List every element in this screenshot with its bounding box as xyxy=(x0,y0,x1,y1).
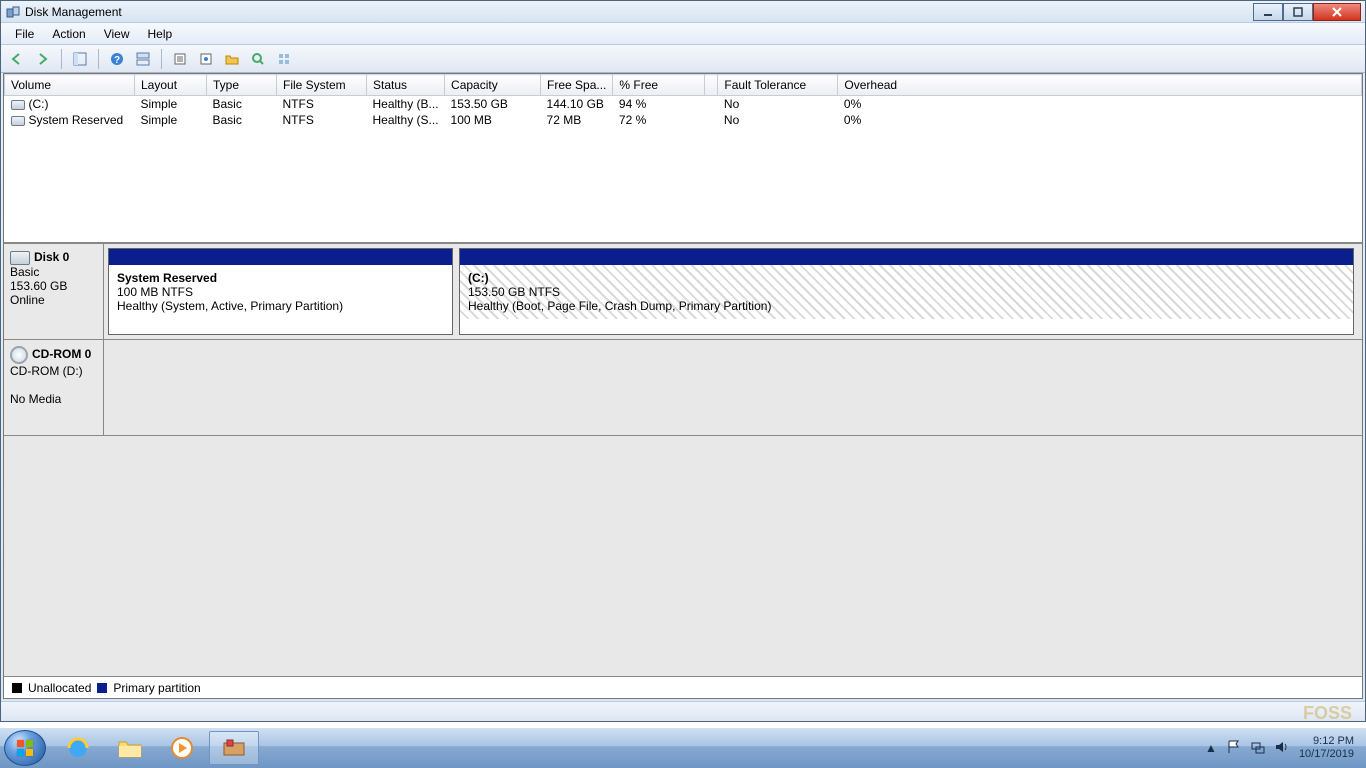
disk-header[interactable]: Disk 0Basic153.60 GBOnline xyxy=(4,244,104,339)
taskbar-media-player[interactable] xyxy=(157,731,207,765)
column-header[interactable]: Layout xyxy=(135,75,207,96)
app-icon xyxy=(5,4,21,20)
column-header[interactable]: Volume xyxy=(5,75,135,96)
statusbar xyxy=(1,701,1365,721)
maximize-button[interactable] xyxy=(1283,3,1313,21)
menu-action[interactable]: Action xyxy=(44,25,93,43)
taskbar[interactable]: ▲ 9:12 PM 10/17/2019 xyxy=(0,728,1366,768)
close-button[interactable] xyxy=(1313,3,1361,21)
partition-area: System Reserved100 MB NTFSHealthy (Syste… xyxy=(104,244,1362,339)
table-row[interactable]: System ReservedSimpleBasicNTFSHealthy (S… xyxy=(5,112,1362,128)
partition[interactable]: System Reserved100 MB NTFSHealthy (Syste… xyxy=(108,248,453,335)
back-button[interactable] xyxy=(7,49,27,69)
disk-row[interactable]: CD-ROM 0CD-ROM (D:)No Media xyxy=(4,340,1362,436)
legend-swatch-unallocated xyxy=(12,683,22,693)
legend-unallocated-label: Unallocated xyxy=(28,681,91,695)
taskbar-disk-mgmt[interactable] xyxy=(209,731,259,765)
show-hide-tree-button[interactable] xyxy=(70,49,90,69)
legend: Unallocated Primary partition xyxy=(4,676,1362,698)
column-header[interactable]: % Free xyxy=(613,75,705,96)
legend-swatch-primary xyxy=(97,683,107,693)
legend-primary-label: Primary partition xyxy=(113,681,200,695)
column-header[interactable]: Type xyxy=(207,75,277,96)
more-actions-button[interactable] xyxy=(274,49,294,69)
column-header[interactable]: File System xyxy=(277,75,367,96)
column-header[interactable]: Fault Tolerance xyxy=(718,75,838,96)
start-button[interactable] xyxy=(4,730,46,766)
partition-area xyxy=(104,340,1362,435)
flag-icon[interactable] xyxy=(1227,740,1241,757)
partition-stripe xyxy=(460,249,1353,265)
partition-stripe xyxy=(109,249,452,265)
forward-button[interactable] xyxy=(33,49,53,69)
show-hidden-icons[interactable]: ▲ xyxy=(1205,741,1217,755)
menu-file[interactable]: File xyxy=(7,25,42,43)
column-header[interactable]: Overhead xyxy=(838,75,1362,96)
column-header[interactable]: Free Spa... xyxy=(541,75,613,96)
taskbar-explorer[interactable] xyxy=(105,731,155,765)
rescan-button[interactable] xyxy=(248,49,268,69)
action-button[interactable] xyxy=(196,49,216,69)
disk-row[interactable]: Disk 0Basic153.60 GBOnline System Reserv… xyxy=(4,244,1362,340)
system-tray[interactable]: ▲ 9:12 PM 10/17/2019 xyxy=(1205,735,1362,761)
volume-icon xyxy=(11,100,25,110)
column-header[interactable]: Capacity xyxy=(445,75,541,96)
column-header[interactable] xyxy=(705,75,718,96)
volume-icon[interactable] xyxy=(1275,740,1289,757)
graphical-view[interactable]: Disk 0Basic153.60 GBOnline System Reserv… xyxy=(4,244,1362,676)
minimize-button[interactable] xyxy=(1253,3,1283,21)
toolbar: ? xyxy=(1,45,1365,73)
disk-icon xyxy=(10,251,30,265)
menubar: File Action View Help xyxy=(1,23,1365,45)
menu-view[interactable]: View xyxy=(96,25,138,43)
volume-icon xyxy=(11,116,25,126)
help-button[interactable]: ? xyxy=(107,49,127,69)
disk-management-window: Disk Management File Action View Help ? xyxy=(0,0,1366,722)
disk-header[interactable]: CD-ROM 0CD-ROM (D:)No Media xyxy=(4,340,104,435)
svg-text:?: ? xyxy=(114,55,120,66)
column-header[interactable]: Status xyxy=(367,75,445,96)
open-folder-button[interactable] xyxy=(222,49,242,69)
settings-button[interactable] xyxy=(170,49,190,69)
menu-help[interactable]: Help xyxy=(140,25,181,43)
volume-list[interactable]: VolumeLayoutTypeFile SystemStatusCapacit… xyxy=(4,74,1362,244)
taskbar-clock[interactable]: 9:12 PM 10/17/2019 xyxy=(1299,735,1354,761)
table-row[interactable]: (C:)SimpleBasicNTFSHealthy (B...153.50 G… xyxy=(5,96,1362,113)
titlebar[interactable]: Disk Management xyxy=(1,1,1365,23)
network-icon[interactable] xyxy=(1251,740,1265,757)
content-area: VolumeLayoutTypeFile SystemStatusCapacit… xyxy=(3,73,1363,699)
taskbar-ie[interactable] xyxy=(53,731,103,765)
cdrom-icon xyxy=(10,346,28,364)
toggle-top-button[interactable] xyxy=(133,49,153,69)
partition[interactable]: (C:)153.50 GB NTFSHealthy (Boot, Page Fi… xyxy=(459,248,1354,335)
window-title: Disk Management xyxy=(25,5,122,19)
